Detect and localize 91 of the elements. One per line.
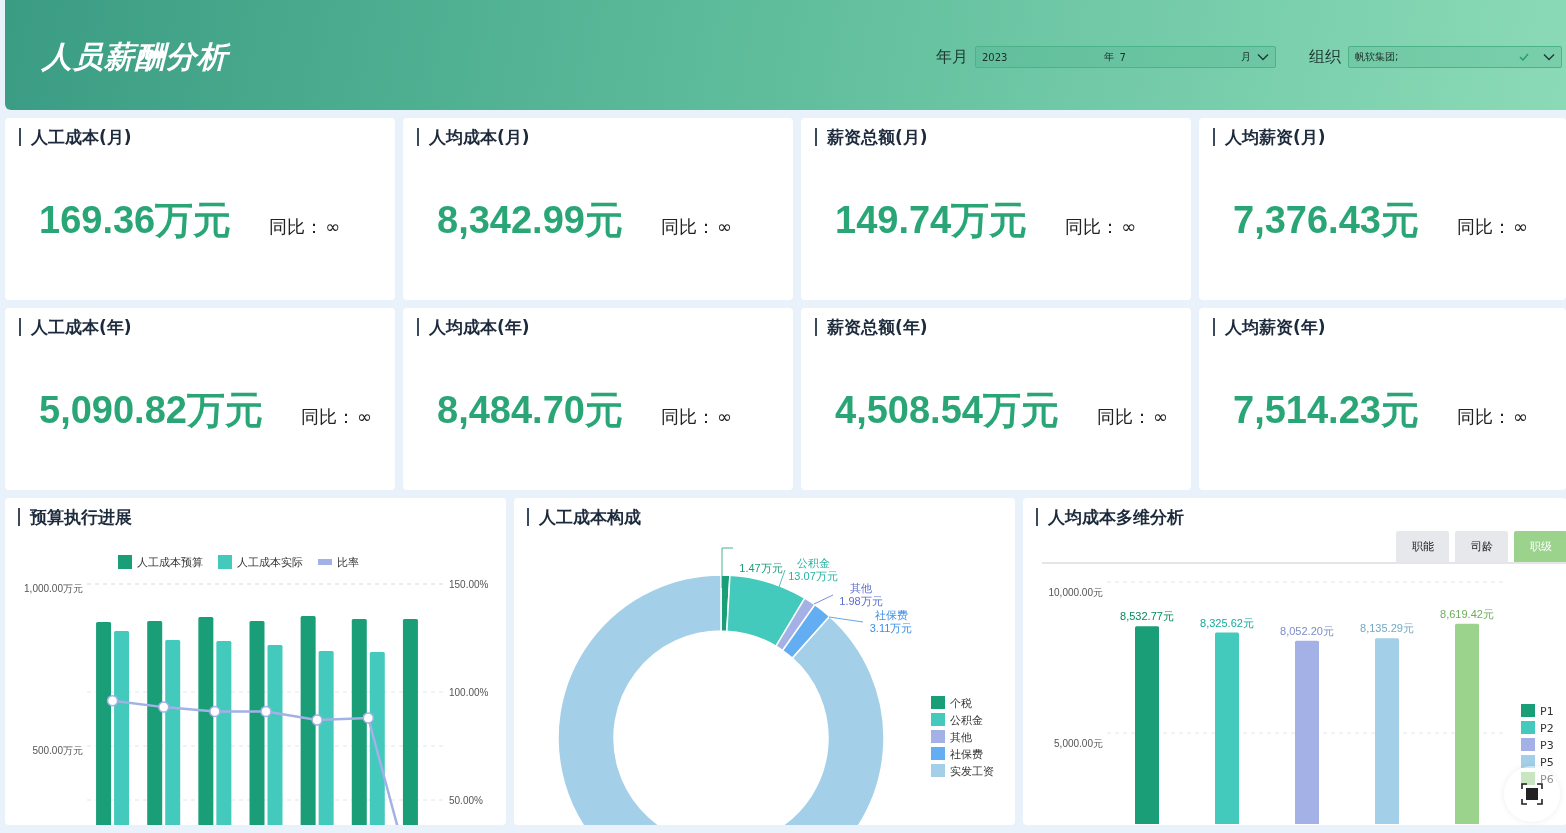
line-point bbox=[260, 705, 272, 718]
card-title: 人均薪资(月) bbox=[1213, 128, 1326, 146]
chevron-down-icon bbox=[1257, 53, 1269, 61]
legend-swatch bbox=[1521, 772, 1535, 785]
yoy-value: ∞ bbox=[356, 406, 372, 427]
yoy-label: 同比： bbox=[660, 215, 715, 239]
card-title: 薪资总额(年) bbox=[815, 318, 928, 336]
yoy-value: ∞ bbox=[1512, 216, 1528, 237]
legend-label: 个税 bbox=[950, 697, 972, 710]
kpi-value: 8,484.70元 bbox=[437, 388, 623, 433]
legend-label: 比率 bbox=[337, 556, 359, 569]
kpi-value: 5,090.82万元 bbox=[39, 388, 263, 433]
callout-value: 13.07万元 bbox=[788, 570, 838, 582]
legend-label: P6 bbox=[1540, 773, 1554, 786]
legend-label: P3 bbox=[1540, 739, 1554, 752]
yoy-label: 同比： bbox=[300, 405, 355, 429]
panel-title: 人均成本多维分析 bbox=[1036, 508, 1184, 526]
axis-label: 50.00% bbox=[449, 795, 483, 806]
yoy-label: 同比： bbox=[1456, 215, 1511, 239]
legend-label: 人工成本实际 bbox=[237, 556, 303, 569]
tab[interactable]: 司龄 bbox=[1455, 531, 1508, 562]
value-label: 8,532.77元 bbox=[1120, 610, 1174, 623]
legend-label: 公积金 bbox=[950, 714, 983, 727]
yoy-label: 同比： bbox=[1096, 405, 1151, 429]
year-month-picker[interactable]: 2023 年 7 月 bbox=[975, 46, 1276, 68]
callout-value: 1.98万元 bbox=[839, 595, 883, 607]
leader-line bbox=[813, 594, 834, 605]
axis-label: 10,000.00元 bbox=[1048, 587, 1103, 598]
legend-swatch bbox=[1521, 755, 1535, 768]
tab[interactable]: 职能 bbox=[1396, 531, 1449, 562]
value-label: 8,135.29元 bbox=[1360, 622, 1414, 635]
line-point bbox=[362, 712, 375, 724]
line-point bbox=[311, 714, 323, 726]
fullscreen-icon bbox=[1521, 783, 1543, 805]
organization-select[interactable]: 帆软集团; bbox=[1348, 46, 1562, 68]
fullscreen-button[interactable] bbox=[1504, 766, 1560, 822]
line-point bbox=[157, 701, 170, 713]
value-label: 8,619.42元 bbox=[1440, 607, 1494, 620]
callout-value: 1.47万元 bbox=[739, 562, 783, 574]
line-point bbox=[209, 705, 221, 718]
legend-label: P1 bbox=[1540, 705, 1554, 718]
yoy-value: ∞ bbox=[716, 216, 732, 237]
yoy-value: ∞ bbox=[1152, 406, 1168, 427]
callout-label: 其他 bbox=[850, 582, 872, 594]
legend-label: P5 bbox=[1540, 756, 1554, 769]
axis-label: 5,000.00元 bbox=[1054, 738, 1103, 749]
kpi-value: 8,342.99元 bbox=[437, 198, 623, 243]
kpi-value: 169.36万元 bbox=[39, 198, 232, 243]
card-title: 人均成本(年) bbox=[417, 318, 530, 336]
kpi-value: 4,508.54万元 bbox=[835, 388, 1059, 433]
panel-title: 人工成本构成 bbox=[527, 508, 641, 526]
yoy-value: ∞ bbox=[716, 406, 732, 427]
yoy-value: ∞ bbox=[1512, 406, 1528, 427]
card-title: 人工成本(月) bbox=[19, 128, 132, 146]
leader-line bbox=[721, 547, 734, 589]
callout-label: 社保费 bbox=[874, 609, 908, 621]
legend-label: P2 bbox=[1540, 722, 1554, 735]
yoy-value: ∞ bbox=[325, 216, 341, 237]
callout-label: 公积金 bbox=[796, 557, 830, 569]
kpi-value: 7,514.23元 bbox=[1233, 388, 1419, 433]
line-point bbox=[106, 694, 119, 707]
legend-label: 其他 bbox=[950, 731, 972, 744]
leader-line bbox=[828, 616, 864, 623]
yoy-label: 同比： bbox=[660, 405, 715, 429]
filter-label: 组织 bbox=[1309, 46, 1341, 68]
card-title: 人均成本(月) bbox=[417, 128, 530, 146]
card-title: 人均薪资(年) bbox=[1213, 318, 1326, 336]
legend-swatch bbox=[1521, 704, 1535, 717]
legend-label: 人工成本预算 bbox=[137, 556, 203, 569]
legend-swatch bbox=[1521, 721, 1535, 734]
axis-label: 500.00万元 bbox=[32, 745, 83, 756]
value-label: 8,325.62元 bbox=[1200, 616, 1254, 629]
kpi-value: 149.74万元 bbox=[835, 198, 1028, 243]
legend-label: 实发工资 bbox=[950, 765, 994, 778]
value-label: 8,052.20元 bbox=[1280, 624, 1334, 637]
yoy-label: 同比： bbox=[1065, 215, 1120, 239]
filter-label: 年月 bbox=[936, 46, 968, 68]
yoy-label: 同比： bbox=[269, 215, 324, 239]
yoy-value: ∞ bbox=[1121, 216, 1137, 237]
chevron-down-icon bbox=[1543, 53, 1555, 61]
callout-value: 3.11万元 bbox=[869, 622, 913, 634]
legend-label: 社保费 bbox=[950, 748, 983, 761]
legend-swatch bbox=[1521, 738, 1535, 751]
yoy-label: 同比： bbox=[1456, 405, 1511, 429]
kpi-value: 7,376.43元 bbox=[1233, 198, 1419, 243]
card-title: 薪资总额(月) bbox=[815, 128, 928, 146]
axis-label: 100.00% bbox=[449, 687, 489, 698]
axis-label: 150.00% bbox=[449, 579, 489, 590]
panel-title: 预算执行进展 bbox=[18, 508, 132, 526]
axis-label: 1,000.00万元 bbox=[24, 583, 83, 594]
card-title: 人工成本(年) bbox=[19, 318, 132, 336]
